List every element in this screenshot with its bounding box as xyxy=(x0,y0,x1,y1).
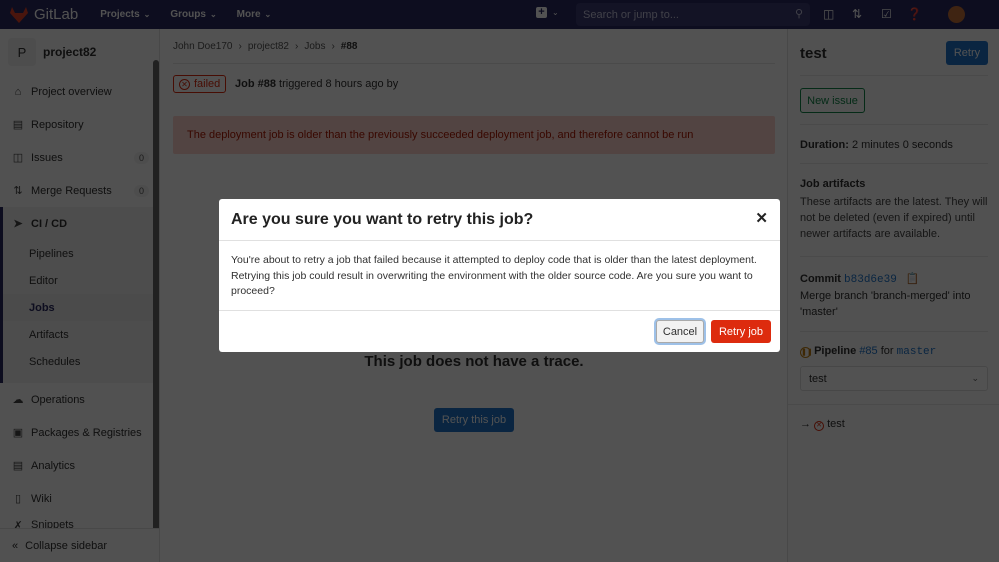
retry-job-button[interactable]: Retry job xyxy=(711,320,771,343)
divider xyxy=(219,240,780,241)
cancel-button[interactable]: Cancel xyxy=(656,320,704,343)
modal-title: Are you sure you want to retry this job? xyxy=(231,211,534,228)
divider xyxy=(219,310,780,311)
retry-confirm-modal: Are you sure you want to retry this job?… xyxy=(219,199,780,352)
modal-body: You're about to retry a job that failed … xyxy=(231,254,757,297)
close-icon[interactable]: ✕ xyxy=(755,209,768,227)
